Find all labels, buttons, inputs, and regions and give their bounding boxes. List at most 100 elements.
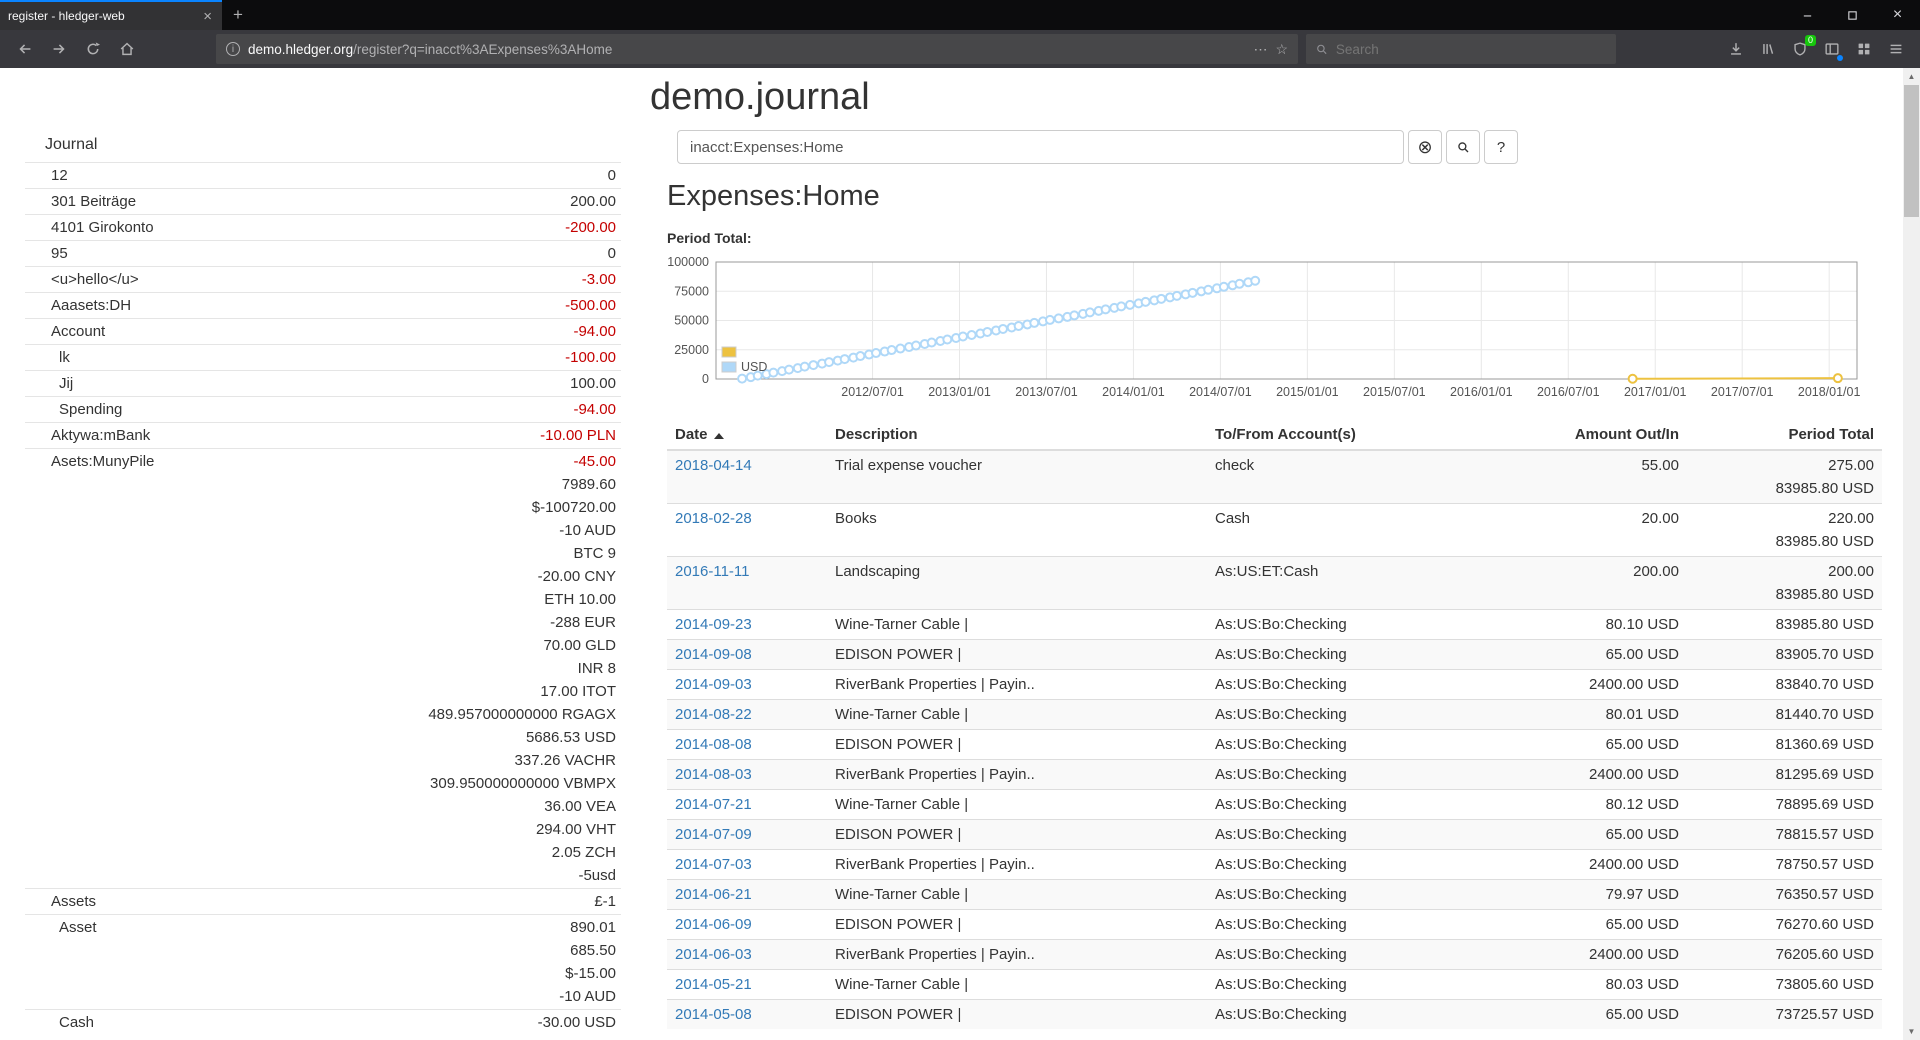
apps-icon[interactable] xyxy=(1848,34,1880,64)
register-date-link[interactable]: 2014-05-08 xyxy=(675,1006,752,1023)
period-total-chart[interactable]: 2012/07/012013/01/012013/07/012014/01/01… xyxy=(667,248,1882,405)
back-icon[interactable] xyxy=(8,34,42,64)
register-amount: 200.00 xyxy=(1507,557,1687,610)
sidebar-account-link[interactable]: Aktywa:mBank xyxy=(25,424,150,447)
register-date-link[interactable]: 2014-08-08 xyxy=(675,736,752,753)
register-date-link[interactable]: 2016-11-11 xyxy=(675,563,750,580)
page-actions-icon[interactable]: ⋯ xyxy=(1253,41,1267,58)
register-row[interactable]: 2014-07-09EDISON POWER |As:US:Bo:Checkin… xyxy=(667,820,1882,850)
register-date-link[interactable]: 2014-09-08 xyxy=(675,646,752,663)
clear-icon: ⊗ xyxy=(1417,138,1432,156)
help-button[interactable]: ? xyxy=(1484,130,1518,164)
window-minimize-icon[interactable] xyxy=(1785,0,1830,30)
sidebar-account-link[interactable]: Account xyxy=(25,320,105,343)
extension-icon[interactable]: 0 xyxy=(1784,34,1816,64)
window-close-icon[interactable]: × xyxy=(1875,0,1920,30)
register-date-link[interactable]: 2014-06-03 xyxy=(675,946,752,963)
browser-tab[interactable]: register - hledger-web × xyxy=(0,0,222,30)
register-date-link[interactable]: 2014-09-03 xyxy=(675,676,752,693)
column-header-description: Description xyxy=(827,420,1207,450)
scrollbar-thumb[interactable] xyxy=(1904,85,1919,217)
sidebar-account-link[interactable]: Aaasets:DH xyxy=(25,294,131,317)
sidebar-account-link[interactable]: Asets:MunyPile xyxy=(25,450,154,887)
register-row[interactable]: 2014-06-21Wine-Tarner Cable |As:US:Bo:Ch… xyxy=(667,880,1882,910)
register-date-link[interactable]: 2014-07-09 xyxy=(675,826,752,843)
register-description: EDISON POWER | xyxy=(827,730,1207,760)
sidebar-journal-link[interactable]: Journal xyxy=(25,132,621,162)
column-header-date[interactable]: Date xyxy=(667,420,827,450)
register-description: EDISON POWER | xyxy=(827,1000,1207,1030)
register-date-link[interactable]: 2014-06-09 xyxy=(675,916,752,933)
register-date-link[interactable]: 2014-08-22 xyxy=(675,706,752,723)
page-info-icon[interactable]: i xyxy=(226,42,240,56)
new-tab-button[interactable]: + xyxy=(222,0,254,30)
sidebar-toggle-icon[interactable] xyxy=(1816,34,1848,64)
scroll-down-icon[interactable]: ▼ xyxy=(1903,1023,1920,1040)
sidebar-account-link[interactable]: Assets xyxy=(25,890,96,913)
register-date-link[interactable]: 2018-04-14 xyxy=(675,457,752,474)
clear-query-button[interactable]: ⊗ xyxy=(1408,130,1442,164)
register-row[interactable]: 2014-07-21Wine-Tarner Cable |As:US:Bo:Ch… xyxy=(667,790,1882,820)
bookmark-star-icon[interactable]: ☆ xyxy=(1275,41,1288,58)
register-date-link[interactable]: 2014-06-21 xyxy=(675,886,752,903)
query-input[interactable] xyxy=(677,130,1404,164)
register-row[interactable]: 2018-04-14Trial expense vouchercheck55.0… xyxy=(667,450,1882,504)
register-row[interactable]: 2014-09-03RiverBank Properties | Payin..… xyxy=(667,670,1882,700)
register-row[interactable]: 2016-11-11LandscapingAs:US:ET:Cash200.00… xyxy=(667,557,1882,610)
register-amount: 55.00 xyxy=(1507,450,1687,504)
svg-text:2016/07/01: 2016/07/01 xyxy=(1537,385,1600,399)
vertical-scrollbar[interactable]: ▲ ▼ xyxy=(1903,68,1920,1040)
scroll-up-icon[interactable]: ▲ xyxy=(1903,68,1920,85)
register-period-total: 76270.60 USD xyxy=(1687,910,1882,940)
register-date-link[interactable]: 2014-07-21 xyxy=(675,796,752,813)
register-row[interactable]: 2014-05-08EDISON POWER |As:US:Bo:Checkin… xyxy=(667,1000,1882,1030)
sidebar-account-link[interactable]: 4101 Girokonto xyxy=(25,216,154,239)
window-maximize-icon[interactable] xyxy=(1830,0,1875,30)
sidebar-account-row: Assets£-1 xyxy=(25,888,621,914)
menu-icon[interactable] xyxy=(1880,34,1912,64)
sidebar-account-link[interactable]: 95 xyxy=(25,242,68,265)
sidebar-account-link[interactable]: Asset xyxy=(25,916,97,1008)
register-date-link[interactable]: 2018-02-28 xyxy=(675,510,752,527)
sidebar-account-link[interactable]: 301 Beiträge xyxy=(25,190,136,213)
sidebar-account-balance: -500.00 xyxy=(565,294,616,317)
register-account: As:US:Bo:Checking xyxy=(1207,760,1507,790)
register-date-link[interactable]: 2014-07-03 xyxy=(675,856,752,873)
register-amount: 80.03 USD xyxy=(1507,970,1687,1000)
sidebar-account-link[interactable]: Spending xyxy=(25,398,122,421)
register-row[interactable]: 2014-05-21Wine-Tarner Cable |As:US:Bo:Ch… xyxy=(667,970,1882,1000)
sidebar-account-row: lk-100.00 xyxy=(25,344,621,370)
register-heading: Expenses:Home xyxy=(667,180,880,213)
sidebar-account-link[interactable]: 12 xyxy=(25,164,68,187)
register-row[interactable]: 2014-06-09EDISON POWER |As:US:Bo:Checkin… xyxy=(667,910,1882,940)
register-row[interactable]: 2014-07-03RiverBank Properties | Payin..… xyxy=(667,850,1882,880)
forward-icon[interactable] xyxy=(42,34,76,64)
register-row[interactable]: 2018-02-28BooksCash20.00220.0083985.80 U… xyxy=(667,504,1882,557)
tab-close-icon[interactable]: × xyxy=(201,9,214,24)
register-row[interactable]: 2014-06-03RiverBank Properties | Payin..… xyxy=(667,940,1882,970)
search-button[interactable] xyxy=(1446,130,1480,164)
sidebar-account-link[interactable]: lk xyxy=(25,346,70,369)
download-icon[interactable] xyxy=(1720,34,1752,64)
home-icon[interactable] xyxy=(110,34,144,64)
accounts-sidebar: Journal 120301 Beiträge200.004101 Giroko… xyxy=(25,132,621,1040)
library-icon[interactable] xyxy=(1752,34,1784,64)
register-row[interactable]: 2014-09-08EDISON POWER |As:US:Bo:Checkin… xyxy=(667,640,1882,670)
register-period-total: 83905.70 USD xyxy=(1687,640,1882,670)
browser-search-input[interactable] xyxy=(1336,42,1607,57)
reload-icon[interactable] xyxy=(76,34,110,64)
register-date-link[interactable]: 2014-05-21 xyxy=(675,976,752,993)
register-row[interactable]: 2014-08-22Wine-Tarner Cable |As:US:Bo:Ch… xyxy=(667,700,1882,730)
register-date-link[interactable]: 2014-09-23 xyxy=(675,616,752,633)
sidebar-account-link[interactable]: <u>hello</u> xyxy=(25,268,139,291)
sidebar-account-link[interactable]: Jij xyxy=(25,372,73,395)
url-bar[interactable]: i demo.hledger.org/register?q=inacct%3AE… xyxy=(216,34,1298,64)
browser-search-bar[interactable] xyxy=(1306,34,1616,64)
sidebar-account-balance: -94.00 xyxy=(573,398,616,421)
register-row[interactable]: 2014-08-08EDISON POWER |As:US:Bo:Checkin… xyxy=(667,730,1882,760)
register-date-link[interactable]: 2014-08-03 xyxy=(675,766,752,783)
sidebar-account-link[interactable]: Cash xyxy=(25,1011,94,1040)
svg-text:2015/01/01: 2015/01/01 xyxy=(1276,385,1339,399)
register-row[interactable]: 2014-09-23Wine-Tarner Cable |As:US:Bo:Ch… xyxy=(667,610,1882,640)
register-row[interactable]: 2014-08-03RiverBank Properties | Payin..… xyxy=(667,760,1882,790)
